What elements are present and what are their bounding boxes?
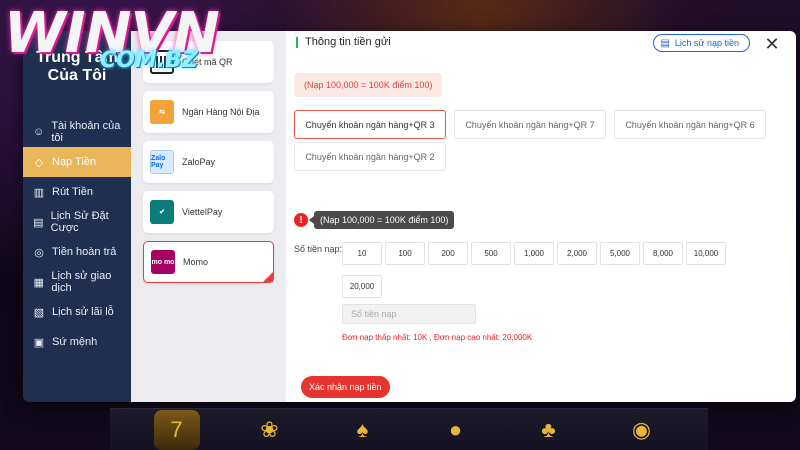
gamepad-icon[interactable]: ◉: [619, 410, 665, 450]
sidebar-item-transactions[interactable]: ▦ Lịch sử giao dịch: [23, 267, 131, 297]
sidebar-item-label: Tiền hoàn trả: [52, 246, 117, 258]
amount-label: Số tiền nạp:: [294, 244, 343, 254]
transaction-icon: ▦: [33, 276, 44, 289]
method-domestic-bank[interactable]: ⇆ Ngân Hàng Nội Địa: [143, 91, 274, 133]
viettelpay-logo: ✔: [150, 200, 174, 224]
amount-option[interactable]: 20,000: [342, 275, 382, 298]
amount-option[interactable]: 1,000: [514, 242, 554, 265]
method-label: Ngân Hàng Nội Địa: [182, 107, 260, 117]
soccer-icon[interactable]: ●: [433, 410, 479, 450]
sidebar-item-profit-loss[interactable]: ▧ Lịch sử lãi lỗ: [23, 297, 131, 327]
warning-row: ! (Nạp 100,000 = 100K điểm 100): [294, 211, 455, 229]
sidebar-item-label: Lịch sử lãi lỗ: [52, 306, 114, 318]
zalopay-logo: Zalo Pay: [150, 150, 174, 174]
amount-option[interactable]: 8,000: [643, 242, 683, 265]
gift-icon: ▣: [33, 336, 45, 349]
fishing-icon[interactable]: ❀: [247, 410, 293, 450]
amount-option[interactable]: 5,000: [600, 242, 640, 265]
method-viettelpay[interactable]: ✔ ViettelPay: [143, 191, 274, 233]
sidebar-menu: ☺ Tài khoản của tôi ◇ Nạp Tiền ▥ Rút Tiề…: [23, 117, 131, 357]
refund-icon: ◎: [34, 246, 44, 259]
bet-history-icon: ▤: [33, 216, 44, 229]
amount-option[interactable]: 100: [385, 242, 425, 265]
amount-option[interactable]: 10: [342, 242, 382, 265]
sidebar-item-label: Sứ mệnh: [52, 336, 98, 348]
amount-option[interactable]: 500: [471, 242, 511, 265]
user-icon: ☺: [33, 126, 45, 138]
amount-option[interactable]: 2,000: [557, 242, 597, 265]
bank-option-qr3[interactable]: Chuyển khoản ngân hàng+QR 3: [294, 110, 446, 139]
amount-option[interactable]: 200: [428, 242, 468, 265]
sidebar-item-withdraw[interactable]: ▥ Rút Tiền: [23, 177, 131, 207]
payment-method-list: Quét mã QR ⇆ Ngân Hàng Nội Địa Zalo Pay …: [131, 31, 286, 402]
tag-icon: ◇: [34, 156, 44, 169]
sidebar-item-refund[interactable]: ◎ Tiền hoàn trả: [23, 237, 131, 267]
cards-icon[interactable]: ♠: [340, 410, 386, 450]
sidebar-item-label: Nạp Tiền: [52, 156, 97, 168]
brand-logo: WINVN COM.BZ: [4, 4, 220, 74]
deposit-history-button[interactable]: ▤ Lịch sử nạp tiền: [653, 34, 750, 52]
confirm-deposit-button[interactable]: Xác nhận nạp tiền: [301, 376, 390, 398]
rate-note: (Nạp 100,000 = 100K điểm 100): [294, 73, 443, 97]
bank-option-qr7[interactable]: Chuyển khoản ngân hàng+QR 7: [454, 110, 606, 139]
withdraw-icon: ▥: [33, 186, 45, 199]
sidebar-item-label: Rút Tiền: [52, 186, 93, 198]
history-icon: ▤: [660, 37, 670, 49]
club-icon[interactable]: ♣: [526, 410, 572, 450]
sidebar-item-bet-history[interactable]: ▤ Lịch Sử Đặt Cược: [23, 207, 131, 237]
bank-icon: ⇆: [150, 100, 174, 124]
logo-sub-text: COM.BZ: [100, 48, 198, 73]
method-label: ZaloPay: [182, 157, 216, 167]
history-button-label: Lịch sử nạp tiền: [674, 38, 739, 48]
warning-tooltip: (Nạp 100,000 = 100K điểm 100): [314, 211, 455, 229]
amount-option[interactable]: 10,000: [686, 242, 726, 265]
sidebar-item-mission[interactable]: ▣ Sứ mệnh: [23, 327, 131, 357]
bank-option-qr6[interactable]: Chuyển khoản ngân hàng+QR 6: [614, 110, 766, 139]
profit-loss-icon: ▧: [33, 306, 45, 319]
sidebar-item-label: Lịch Sử Đặt Cược: [50, 210, 109, 234]
form-header: Thông tin tiền gửi ▤ Lịch sử nạp tiền ✕: [296, 31, 786, 54]
sidebar-item-label: Tài khoản của tôi: [51, 120, 121, 144]
deposit-limits: Đơn nạp thấp nhất: 10K , Đơn nạp cao nhấ…: [342, 333, 533, 342]
bank-option-qr2[interactable]: Chuyển khoản ngân hàng+QR 2: [294, 142, 446, 171]
header-accent-bar: [296, 36, 298, 48]
close-button[interactable]: ✕: [762, 34, 782, 54]
warning-icon: !: [294, 213, 308, 227]
method-momo[interactable]: mo mo Momo: [143, 241, 274, 283]
sidebar-item-deposit[interactable]: ◇ Nạp Tiền: [23, 147, 131, 177]
deposit-form: Thông tin tiền gửi ▤ Lịch sử nạp tiền ✕ …: [286, 31, 796, 402]
method-label: ViettelPay: [182, 207, 223, 217]
deposit-modal: Trung Tâm Của Tôi ☺ Tài khoản của tôi ◇ …: [23, 31, 796, 402]
amount-input[interactable]: [342, 304, 476, 324]
slots-icon[interactable]: 7: [153, 409, 200, 450]
method-label: Momo: [183, 257, 209, 267]
method-zalopay[interactable]: Zalo Pay ZaloPay: [143, 141, 274, 183]
game-category-bar: 7 ❀ ♠ ● ♣ ◉: [110, 408, 708, 450]
form-title: Thông tin tiền gửi: [305, 36, 391, 48]
sidebar-item-label: Lịch sử giao dịch: [51, 270, 112, 294]
sidebar-item-my-account[interactable]: ☺ Tài khoản của tôi: [23, 117, 131, 147]
account-sidebar: Trung Tâm Của Tôi ☺ Tài khoản của tôi ◇ …: [23, 31, 131, 402]
momo-logo: mo mo: [151, 250, 175, 274]
